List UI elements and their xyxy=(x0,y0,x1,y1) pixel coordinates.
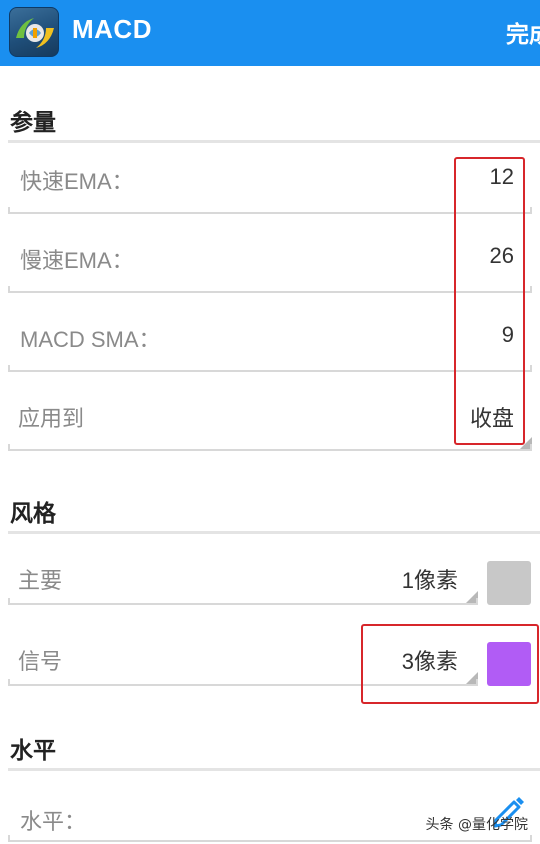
field-underline xyxy=(8,286,532,293)
signal-line-color-swatch[interactable] xyxy=(487,642,531,686)
app-bar: MACD 完成 xyxy=(0,0,540,66)
section-divider-style xyxy=(8,531,540,534)
fast-ema-label: 快速EMA： xyxy=(20,169,134,194)
section-title-params: 参量 xyxy=(10,110,56,136)
metatrader-app-icon xyxy=(9,7,59,57)
slow-ema-label: 慢速EMA： xyxy=(20,248,134,273)
watermark-text: 头条 @量化学院 xyxy=(425,817,528,833)
section-divider-params xyxy=(8,140,540,143)
section-title-levels: 水平 xyxy=(10,738,56,764)
field-underline xyxy=(8,207,532,214)
field-underline xyxy=(8,444,532,451)
main-line-field[interactable]: 主要 1像素 xyxy=(8,539,478,605)
apply-to-value[interactable]: 收盘 xyxy=(470,401,514,433)
done-button[interactable]: 完成 xyxy=(500,15,540,51)
app-title: MACD xyxy=(72,14,152,44)
macd-sma-label: MACD SMA： xyxy=(20,327,161,352)
main-line-label: 主要 xyxy=(18,568,63,593)
section-divider-levels xyxy=(8,768,540,771)
main-line-width[interactable]: 1像素 xyxy=(402,563,458,595)
fast-ema-value[interactable]: 12 xyxy=(490,164,514,190)
signal-line-field[interactable]: 信号 3像素 xyxy=(8,620,478,686)
level-label: 水平： xyxy=(20,809,87,834)
apply-to-field[interactable]: 应用到 收盘 xyxy=(8,385,532,451)
main-line-color-swatch[interactable] xyxy=(487,561,531,605)
field-underline xyxy=(8,679,478,686)
signal-line-label: 信号 xyxy=(18,649,63,674)
signal-line-width[interactable]: 3像素 xyxy=(402,644,458,676)
macd-sma-value[interactable]: 9 xyxy=(502,322,514,348)
field-underline xyxy=(8,598,478,605)
field-underline xyxy=(8,365,532,372)
slow-ema-value[interactable]: 26 xyxy=(490,243,514,269)
section-title-style: 风格 xyxy=(10,501,56,527)
slow-ema-field[interactable]: 慢速EMA： 26 xyxy=(8,227,532,293)
fast-ema-field[interactable]: 快速EMA： 12 xyxy=(8,148,532,214)
macd-sma-field[interactable]: MACD SMA： 9 xyxy=(8,306,532,372)
field-underline xyxy=(8,835,532,842)
apply-to-label: 应用到 xyxy=(18,406,85,431)
